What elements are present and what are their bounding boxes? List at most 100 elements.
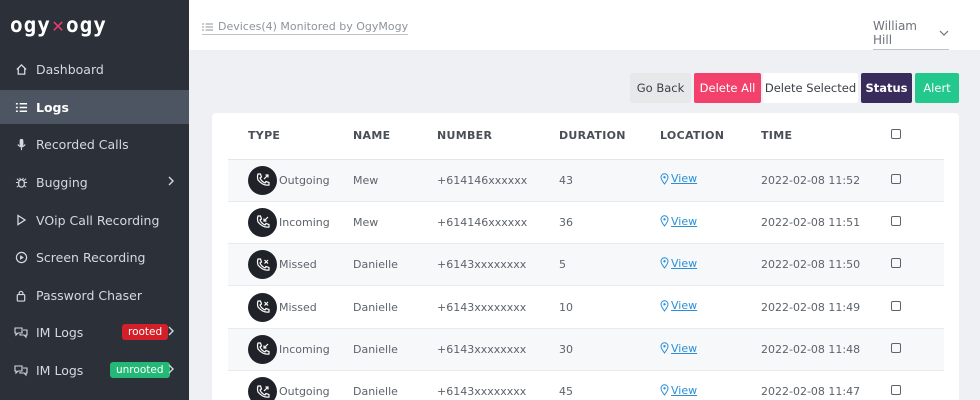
row-checkbox[interactable] <box>891 385 901 396</box>
duration-cell: 10 <box>559 285 660 329</box>
view-link-text: View <box>671 214 698 228</box>
location-cell: View <box>660 201 761 245</box>
sidebar-item-password-chaser[interactable]: Password Chaser <box>0 278 189 312</box>
chevron-right-icon <box>167 363 175 378</box>
call-type-label: Missed <box>279 258 317 272</box>
type-cell: Missed <box>228 285 353 329</box>
table-row: Missed Danielle +6143xxxxxxxx 10 View 20… <box>228 285 944 329</box>
sidebar-item-label: Password Chaser <box>36 287 143 303</box>
row-checkbox[interactable] <box>891 300 901 311</box>
checkbox-cell <box>889 285 944 329</box>
bug-icon <box>14 175 28 189</box>
chat-icon <box>14 363 28 377</box>
chat-icon <box>14 325 28 339</box>
location-cell: View <box>660 328 761 371</box>
map-pin-icon <box>660 342 669 354</box>
column-header-time[interactable]: TIME <box>761 113 889 160</box>
view-link-text: View <box>671 172 698 186</box>
chevron-right-icon <box>167 175 175 190</box>
sidebar-item-dashboard[interactable]: Dashboard <box>0 52 189 86</box>
time-cell: 2022-02-08 11:52 <box>761 159 889 202</box>
logo-mark-icon: ✕ <box>51 13 65 37</box>
status-button[interactable]: Status <box>861 73 912 103</box>
call-type-label: Outgoing <box>279 173 330 187</box>
checkbox-cell <box>889 370 944 400</box>
type-cell: Incoming <box>228 328 353 371</box>
breadcrumb[interactable]: Devices(4) Monitored by OgyMogy <box>202 20 409 35</box>
column-header-number[interactable]: NUMBER <box>437 113 559 160</box>
checkbox-cell <box>889 159 944 202</box>
call-type-label: Incoming <box>279 342 330 356</box>
list-icon <box>14 100 28 114</box>
call-logs-table: TYPE NAME NUMBER DURATION LOCATION TIME … <box>228 113 944 400</box>
delete-selected-button[interactable]: Delete Selected <box>763 73 858 103</box>
name-cell: Danielle <box>353 370 437 400</box>
sidebar-item-im-logs-unrooted[interactable]: IM Logs unrooted <box>0 353 189 387</box>
time-cell: 2022-02-08 11:49 <box>761 285 889 329</box>
top-header: Devices(4) Monitored by OgyMogy William … <box>189 0 980 50</box>
row-checkbox[interactable] <box>891 258 901 269</box>
call-type: Incoming <box>248 207 353 237</box>
sidebar-item-voip-call-recording[interactable]: VOip Call Recording <box>0 203 189 237</box>
name-cell: Danielle <box>353 285 437 329</box>
user-menu[interactable]: William Hill <box>873 19 949 50</box>
view-location-link[interactable]: View <box>660 215 697 228</box>
incoming-call-icon <box>248 334 277 364</box>
call-type-label: Missed <box>279 300 317 314</box>
view-link-text: View <box>671 299 698 313</box>
location-cell: View <box>660 370 761 400</box>
type-cell: Incoming <box>228 201 353 245</box>
call-type-label: Outgoing <box>279 385 330 399</box>
view-link-text: View <box>671 383 698 397</box>
checkbox-cell <box>889 243 944 287</box>
outgoing-call-icon <box>248 165 277 195</box>
call-type: Missed <box>248 250 353 280</box>
app-logo[interactable]: ogy ✕ ogy <box>0 0 189 50</box>
row-checkbox[interactable] <box>891 173 901 184</box>
duration-cell: 5 <box>559 243 660 287</box>
view-location-link[interactable]: View <box>660 342 697 355</box>
map-pin-icon <box>660 173 669 185</box>
column-header-duration[interactable]: DURATION <box>559 113 660 160</box>
sidebar-item-label: Bugging <box>36 174 88 190</box>
view-location-link[interactable]: View <box>660 172 697 185</box>
time-cell: 2022-02-08 11:51 <box>761 201 889 245</box>
chevron-down-icon <box>939 26 949 40</box>
view-location-link[interactable]: View <box>660 384 697 397</box>
logo-text-right: ogy <box>65 13 107 37</box>
sidebar-item-im-logs-rooted[interactable]: IM Logs rooted <box>0 315 189 349</box>
select-all-checkbox[interactable] <box>891 129 901 140</box>
row-checkbox[interactable] <box>891 215 901 226</box>
row-checkbox[interactable] <box>891 342 901 353</box>
delete-all-button[interactable]: Delete All <box>694 73 761 103</box>
table-row: Missed Danielle +6143xxxxxxxx 5 View 202… <box>228 243 944 287</box>
sidebar-item-bugging[interactable]: Bugging <box>0 165 189 199</box>
view-location-link[interactable]: View <box>660 299 697 312</box>
outgoing-call-icon <box>248 377 277 400</box>
time-cell: 2022-02-08 11:47 <box>761 370 889 400</box>
duration-cell: 45 <box>559 370 660 400</box>
type-cell: Outgoing <box>228 159 353 202</box>
number-cell: +6143xxxxxxxx <box>437 285 559 329</box>
sidebar-item-logs[interactable]: Logs <box>0 90 189 124</box>
view-location-link[interactable]: View <box>660 257 697 270</box>
sidebar-item-recorded-calls[interactable]: Recorded Calls <box>0 127 189 161</box>
go-back-button[interactable]: Go Back <box>630 73 691 103</box>
column-header-name[interactable]: NAME <box>353 113 437 160</box>
select-all-cell <box>889 113 944 160</box>
missed-call-icon <box>248 292 277 322</box>
call-type: Missed <box>248 292 353 322</box>
column-header-location[interactable]: LOCATION <box>660 113 761 160</box>
table-header-row: TYPE NAME NUMBER DURATION LOCATION TIME <box>228 113 944 160</box>
location-cell: View <box>660 159 761 202</box>
sidebar-item-label: Dashboard <box>36 61 104 77</box>
column-header-type[interactable]: TYPE <box>228 113 353 160</box>
logo-text-left: ogy <box>10 13 51 37</box>
sidebar-item-label: Logs <box>36 99 69 115</box>
breadcrumb-text: Devices(4) Monitored by OgyMogy <box>218 20 409 33</box>
sidebar-item-screen-recording[interactable]: Screen Recording <box>0 240 189 274</box>
time-cell: 2022-02-08 11:50 <box>761 243 889 287</box>
alert-button[interactable]: Alert <box>915 73 959 103</box>
call-type: Incoming <box>248 334 353 364</box>
number-cell: +6143xxxxxxxx <box>437 328 559 371</box>
